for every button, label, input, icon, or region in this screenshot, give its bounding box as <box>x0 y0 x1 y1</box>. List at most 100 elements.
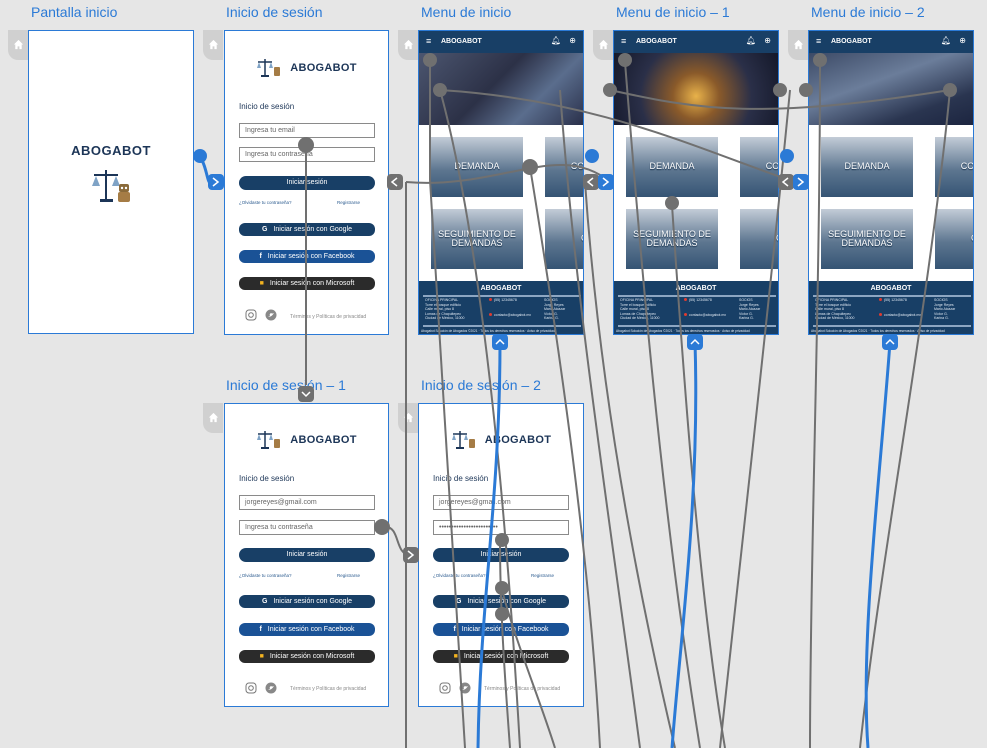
tile-consulta-legal[interactable]: CON LEG <box>545 137 583 197</box>
footer-email[interactable]: contacto@abogabot.mx <box>489 313 531 318</box>
forgot-password-link[interactable]: ¿Olvidaste tu contraseña? <box>239 573 292 578</box>
email-field[interactable]: jorgereyes@gmail.com <box>433 495 569 510</box>
email-text: contacto@abogabot.mx <box>884 313 922 317</box>
password-field[interactable]: Ingresa tu contraseña <box>239 520 375 535</box>
brand-name: ABOGABOT <box>484 434 552 446</box>
home-icon <box>403 412 414 423</box>
artboard-title-menu-inicio[interactable]: Menu de inicio <box>421 4 511 20</box>
hamburger-menu-icon[interactable]: ≡ <box>621 36 626 46</box>
terms-link[interactable]: Términos y Políticas de privacidad <box>290 686 366 692</box>
email-field[interactable]: jorgereyes@gmail.com <box>239 495 375 510</box>
instagram-icon[interactable] <box>439 682 451 694</box>
facebook-login-button[interactable]: f Iniciar sesión con Facebook <box>239 623 375 636</box>
globe-icon[interactable]: ⊕ <box>959 36 966 45</box>
artboard-title-pantalla-inicio[interactable]: Pantalla inicio <box>31 4 117 20</box>
handle-scroll-up-icon[interactable] <box>687 334 703 350</box>
handle-forward-icon[interactable] <box>793 174 809 190</box>
chevron-right-icon <box>407 550 415 560</box>
artboard-title-menu-inicio-2[interactable]: Menu de inicio – 2 <box>811 4 925 20</box>
home-marker[interactable] <box>203 403 223 433</box>
facebook-login-button[interactable]: f Iniciar sesión con Facebook <box>239 250 375 263</box>
app-bar-title: ABOGABOT <box>831 38 872 45</box>
footer-phone: (55) 12345678 <box>879 298 907 303</box>
forgot-password-link[interactable]: ¿Olvidaste tu contraseña? <box>239 200 292 205</box>
footer-email[interactable]: contacto@abogabot.mx <box>684 313 726 318</box>
artboard-menu-inicio-1[interactable]: ≡ ABOGABOT 🔔︎ ⊕ DEMANDA CON LEG SEGUIMIE… <box>613 30 779 335</box>
instagram-icon[interactable] <box>245 682 257 694</box>
microsoft-login-button[interactable]: ■ Iniciar sesión con Microsoft <box>433 650 569 663</box>
tile-consulta-legal[interactable]: CON LEG <box>935 137 973 197</box>
home-marker[interactable] <box>593 30 613 60</box>
artboard-title-menu-inicio-1[interactable]: Menu de inicio – 1 <box>616 4 730 20</box>
terms-link[interactable]: Términos y Políticas de privacidad <box>290 314 366 320</box>
handle-forward-icon[interactable] <box>208 174 224 190</box>
footer-email[interactable]: contacto@abogabot.mx <box>879 313 921 318</box>
password-field[interactable]: Ingresa tu contraseña <box>239 147 375 162</box>
twitter-icon[interactable] <box>459 682 471 694</box>
tile-demanda[interactable]: DEMANDA <box>431 137 523 197</box>
artboard-menu-inicio-2[interactable]: ≡ ABOGABOT 🔔︎ ⊕ DEMANDA CON LEG SEGUIMIE… <box>808 30 974 335</box>
facebook-icon: f <box>259 253 262 260</box>
tile-seguimiento-demandas[interactable]: SEGUIMIENTO DE DEMANDAS <box>821 209 913 269</box>
register-link[interactable]: Registrarse <box>337 200 360 205</box>
hamburger-menu-icon[interactable]: ≡ <box>816 36 821 46</box>
bell-icon[interactable]: 🔔︎ <box>551 36 561 45</box>
facebook-login-button[interactable]: f Iniciar sesión con Facebook <box>433 623 569 636</box>
register-link[interactable]: Registrarse <box>337 573 360 578</box>
artboard-menu-inicio[interactable]: ≡ ABOGABOT 🔔︎ ⊕ DEMANDA CON LEG SEGUIMIE… <box>418 30 584 335</box>
app-bar: ≡ ABOGABOT 🔔︎ ⊕ <box>809 31 973 53</box>
twitter-icon[interactable] <box>265 682 277 694</box>
tile-consulta-legal[interactable]: CON LEG <box>740 137 778 197</box>
google-login-button[interactable]: G Iniciar sesión con Google <box>239 223 375 236</box>
home-marker[interactable] <box>8 30 28 60</box>
tile-seguimiento-demandas[interactable]: SEGUIMIENTO DE DEMANDAS <box>626 209 718 269</box>
tile-con[interactable]: CON <box>740 209 778 269</box>
handle-scroll-up-icon[interactable] <box>492 334 508 350</box>
phone-icon <box>684 298 687 301</box>
bell-icon[interactable]: 🔔︎ <box>941 36 951 45</box>
handle-forward-icon[interactable] <box>598 174 614 190</box>
artboard-inicio-sesion-1[interactable]: ABOGABOT Inicio de sesión jorgereyes@gma… <box>224 403 389 707</box>
globe-icon[interactable]: ⊕ <box>569 36 576 45</box>
email-field[interactable]: Ingresa tu email <box>239 123 375 138</box>
microsoft-login-button[interactable]: ■ Iniciar sesión con Microsoft <box>239 650 375 663</box>
register-link[interactable]: Registrarse <box>531 573 554 578</box>
handle-back-icon[interactable] <box>387 174 403 190</box>
password-field[interactable]: •••••••••••••••••••••••• <box>433 520 569 535</box>
artboard-pantalla-inicio[interactable]: ABOGABOT <box>28 30 194 334</box>
home-marker[interactable] <box>203 30 223 60</box>
tile-demanda[interactable]: DEMANDA <box>626 137 718 197</box>
handle-back-icon[interactable] <box>583 174 599 190</box>
microsoft-login-button[interactable]: ■ Iniciar sesión con Microsoft <box>239 277 375 290</box>
tile-con-label: CON <box>935 209 973 269</box>
footer-divider <box>618 295 776 297</box>
bell-icon[interactable]: 🔔︎ <box>746 36 756 45</box>
handle-forward-icon[interactable] <box>403 547 419 563</box>
handle-back-icon[interactable] <box>778 174 794 190</box>
terms-link[interactable]: Términos y Políticas de privacidad <box>484 686 560 692</box>
login-button[interactable]: Iniciar sesión <box>433 548 569 562</box>
artboard-title-inicio-sesion-1[interactable]: Inicio de sesión – 1 <box>226 377 346 393</box>
globe-icon[interactable]: ⊕ <box>764 36 771 45</box>
home-marker[interactable] <box>788 30 808 60</box>
hamburger-menu-icon[interactable]: ≡ <box>426 36 431 46</box>
artboard-inicio-sesion[interactable]: ABOGABOT Inicio de sesión Ingresa tu ema… <box>224 30 389 335</box>
instagram-icon[interactable] <box>245 309 257 321</box>
partner-name: Mario Alcazar <box>739 307 761 311</box>
artboard-title-inicio-sesion[interactable]: Inicio de sesión <box>226 4 323 20</box>
tile-seguimiento-demandas[interactable]: SEGUIMIENTO DE DEMANDAS <box>431 209 523 269</box>
handle-scroll-up-icon[interactable] <box>882 334 898 350</box>
twitter-icon[interactable] <box>265 309 277 321</box>
tile-con[interactable]: CON <box>935 209 973 269</box>
google-login-button[interactable]: G Iniciar sesión con Google <box>239 595 375 608</box>
login-button[interactable]: Iniciar sesión <box>239 176 375 190</box>
tile-con[interactable]: CON <box>545 209 583 269</box>
home-marker[interactable] <box>398 403 418 433</box>
tile-demanda[interactable]: DEMANDA <box>821 137 913 197</box>
login-button[interactable]: Iniciar sesión <box>239 548 375 562</box>
home-marker[interactable] <box>398 30 418 60</box>
forgot-password-link[interactable]: ¿Olvidaste tu contraseña? <box>433 573 486 578</box>
artboard-title-inicio-sesion-2[interactable]: Inicio de sesión – 2 <box>421 377 541 393</box>
google-login-button[interactable]: G Iniciar sesión con Google <box>433 595 569 608</box>
artboard-inicio-sesion-2[interactable]: ABOGABOT Inicio de sesión jorgereyes@gma… <box>418 403 584 707</box>
